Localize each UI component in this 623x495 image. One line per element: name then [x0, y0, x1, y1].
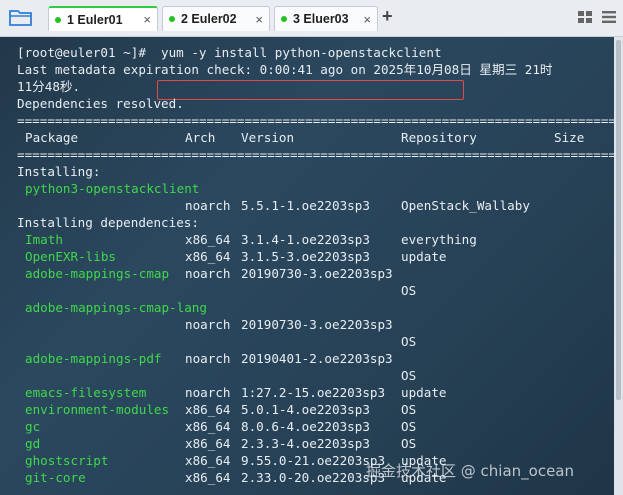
menu-icon[interactable]: [601, 10, 617, 24]
package-arch: x86_64: [185, 249, 231, 264]
tab-close-icon[interactable]: ×: [363, 12, 371, 27]
tab-bar: 1 Euler01 × 2 Euler02 × 3 Eluer03 × +: [0, 0, 623, 37]
tab-label: 3 Eluer03: [293, 12, 349, 26]
connected-status-icon: [281, 16, 287, 22]
package-name: emacs-filesystem: [25, 385, 147, 400]
package-arch: noarch: [185, 351, 231, 366]
package-version: 3.1.5-3.oe2203sp3: [241, 249, 370, 264]
tab-close-icon[interactable]: ×: [255, 12, 263, 27]
package-name: ghostscript: [25, 453, 109, 468]
package-arch: x86_64: [185, 470, 231, 485]
package-name: Imath: [25, 232, 63, 247]
package-name: environment-modules: [25, 402, 170, 417]
package-arch: x86_64: [185, 402, 231, 417]
package-version: 5.0.1-4.oe2203sp3: [241, 402, 370, 417]
package-repo: OS: [401, 368, 417, 383]
prompt-line: [root@euler01 ~]# yum -y install python-…: [17, 44, 442, 61]
package-repo: everything: [401, 232, 477, 247]
tab-eluer03[interactable]: 3 Eluer03 ×: [274, 6, 378, 31]
add-tab-button[interactable]: +: [382, 6, 393, 27]
package-repo: update: [401, 249, 447, 264]
grid-view-icon[interactable]: [577, 10, 593, 24]
package-version: 9.55.0-21.oe2203sp3: [241, 453, 386, 468]
package-name: adobe-mappings-cmap: [25, 266, 170, 281]
package-name: gc: [25, 419, 41, 434]
installing-deps-label: Installing dependencies:: [17, 215, 199, 230]
table-header: Package Arch Version Repository Size: [17, 129, 584, 146]
package-repo: OS: [401, 283, 417, 298]
header-size: Size: [554, 130, 585, 145]
command-text: yum -y install python-openstackclient: [161, 45, 442, 60]
package-version: 2.33.0-20.oe2203sp3: [241, 470, 386, 485]
package-arch: noarch: [185, 266, 231, 281]
package-arch: noarch: [185, 385, 231, 400]
package-arch: noarch: [185, 198, 231, 213]
package-name: python3-openstackclient: [25, 181, 200, 196]
separator-line: ========================================…: [17, 113, 614, 128]
package-repo: OS: [401, 334, 417, 349]
package-version: 2.3.3-4.oe2203sp3: [241, 436, 370, 451]
package-version: 8.0.6-4.oe2203sp3: [241, 419, 370, 434]
header-version: Version: [241, 130, 295, 145]
package-name: adobe-mappings-cmap-lang: [25, 300, 207, 315]
package-repo: OS: [401, 436, 417, 451]
tab-euler02[interactable]: 2 Euler02 ×: [162, 6, 270, 31]
package-arch: x86_64: [185, 453, 231, 468]
package-version: 5.5.1-1.oe2203sp3: [241, 198, 370, 213]
terminal-output[interactable]: [root@euler01 ~]# yum -y install python-…: [0, 37, 614, 495]
package-name: git-core: [25, 470, 86, 485]
separator-line: ========================================…: [17, 147, 614, 162]
scrollbar-thumb[interactable]: [616, 40, 621, 400]
package-repo: OS: [401, 402, 417, 417]
package-version: 1:27.2-15.oe2203sp3: [241, 385, 386, 400]
package-repo: update: [401, 385, 447, 400]
header-package: Package: [25, 130, 79, 145]
package-arch: x86_64: [185, 419, 231, 434]
package-version: 20190401-2.oe2203sp3: [241, 351, 393, 366]
package-version: 20190730-3.oe2203sp3: [241, 317, 393, 332]
tab-label: 2 Euler02: [181, 12, 237, 26]
command-highlight-box: [157, 80, 464, 100]
package-name: adobe-mappings-pdf: [25, 351, 162, 366]
connected-status-icon: [55, 16, 61, 23]
metadata-line-cont: 11分48秒.: [17, 79, 81, 94]
package-repo: OpenStack_Wallaby: [401, 198, 530, 213]
connected-status-icon: [169, 16, 175, 22]
header-repository: Repository: [401, 130, 477, 145]
package-name: gd: [25, 436, 41, 451]
package-version: 20190730-3.oe2203sp3: [241, 266, 393, 281]
deps-resolved-line: Dependencies resolved.: [17, 96, 184, 111]
shell-prompt: [root@euler01 ~]#: [17, 45, 146, 60]
tab-label: 1 Euler01: [67, 12, 123, 27]
watermark: 掘金技术社区 @ chian_ocean: [366, 462, 575, 480]
tab-euler01[interactable]: 1 Euler01 ×: [48, 6, 158, 31]
metadata-line: Last metadata expiration check: 0:00:41 …: [17, 62, 553, 77]
package-arch: noarch: [185, 317, 231, 332]
tab-close-icon[interactable]: ×: [143, 12, 151, 27]
header-arch: Arch: [185, 130, 216, 145]
installing-label: Installing:: [17, 164, 101, 179]
folder-icon[interactable]: [8, 7, 34, 27]
package-name: OpenEXR-libs: [25, 249, 116, 264]
package-arch: x86_64: [185, 436, 231, 451]
package-arch: x86_64: [185, 232, 231, 247]
package-repo: OS: [401, 419, 417, 434]
package-version: 3.1.4-1.oe2203sp3: [241, 232, 370, 247]
